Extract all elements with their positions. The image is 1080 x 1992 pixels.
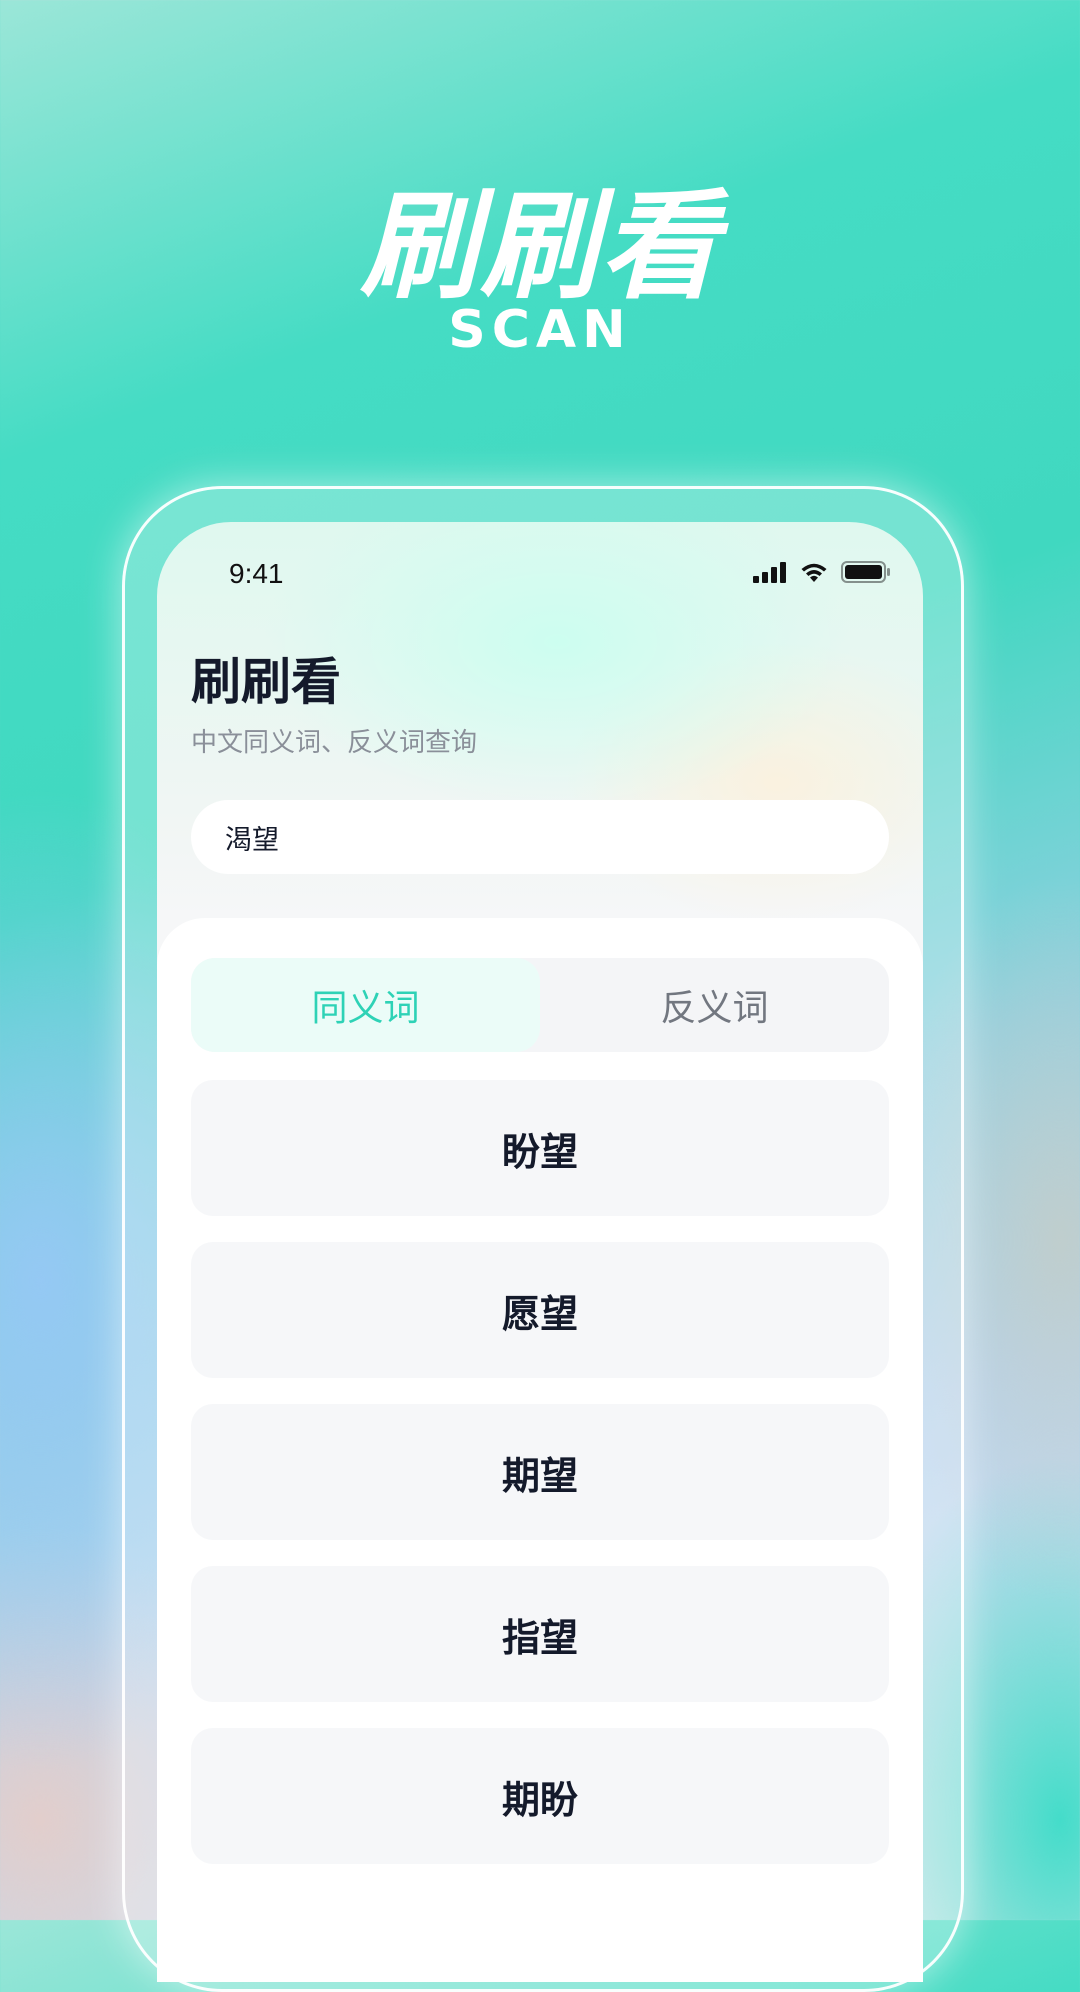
app-title: 刷刷看 — [191, 653, 341, 711]
app-subtitle: 中文同义词、反义词查询 — [191, 728, 478, 758]
phone-screen: 9:41 刷刷看 中文同义词、反义词查询 渴望 同义词 反义词 盼望 愿望 期望… — [157, 522, 923, 1982]
list-item[interactable]: 盼望 — [191, 1080, 889, 1216]
list-item[interactable]: 期盼 — [191, 1728, 889, 1864]
battery-icon — [841, 561, 891, 587]
results-panel: 同义词 反义词 盼望 愿望 期望 指望 期盼 — [157, 918, 923, 1982]
status-time: 9:41 — [229, 558, 284, 589]
hero-title: 刷刷看 — [359, 177, 720, 315]
wifi-icon — [799, 561, 829, 587]
signal-icon — [753, 561, 787, 587]
list-item[interactable]: 期望 — [191, 1404, 889, 1540]
list-item[interactable]: 指望 — [191, 1566, 889, 1702]
tab-bar: 同义词 反义词 — [191, 958, 889, 1052]
hero-subtitle: SCAN — [448, 300, 632, 360]
search-input[interactable]: 渴望 — [191, 800, 889, 874]
list-item[interactable]: 愿望 — [191, 1242, 889, 1378]
tab-antonyms[interactable]: 反义词 — [540, 958, 889, 1052]
status-icons — [753, 560, 891, 588]
search-input-value: 渴望 — [225, 824, 279, 856]
word-list: 盼望 愿望 期望 指望 期盼 — [191, 1080, 889, 1890]
tab-synonyms[interactable]: 同义词 — [191, 958, 540, 1052]
